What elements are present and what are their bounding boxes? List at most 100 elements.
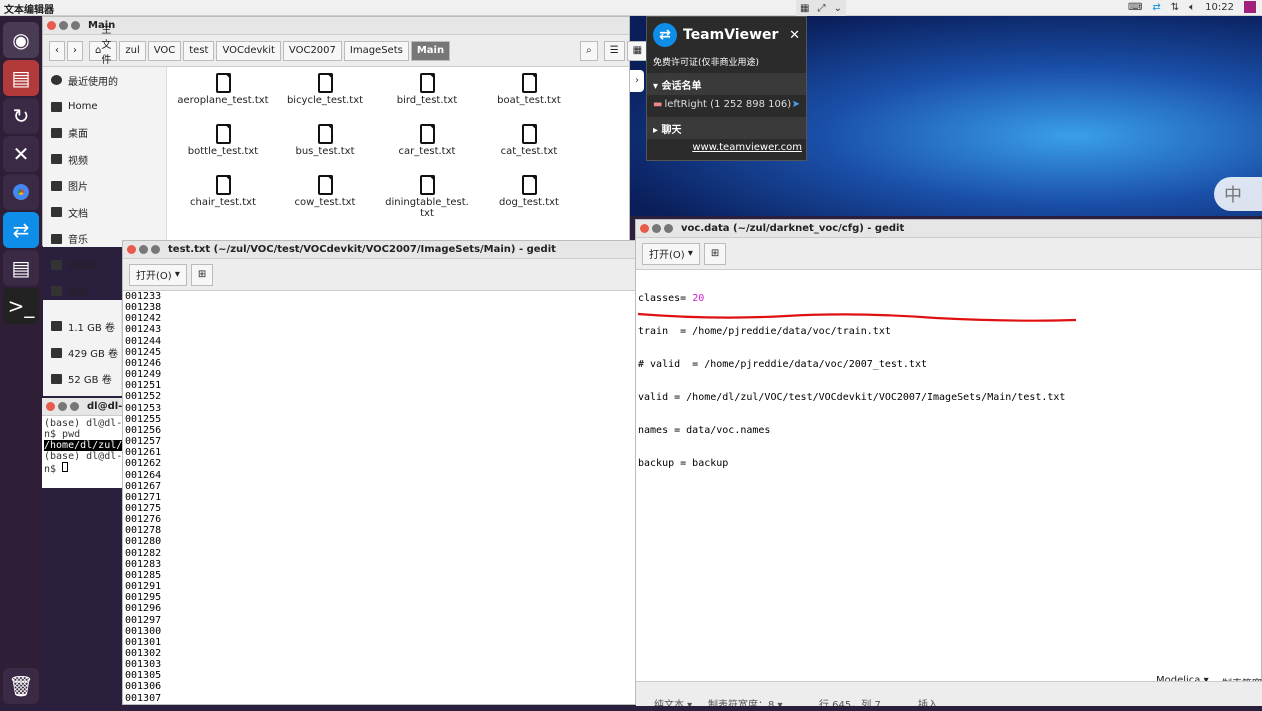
keyboard-icon[interactable]: ⌨: [1128, 2, 1142, 13]
file-item[interactable]: bicycle_test.txt: [275, 73, 375, 106]
file-manager-icon[interactable]: ▤: [3, 60, 39, 96]
text-line: 001256: [125, 424, 162, 436]
text-line: 001264: [125, 469, 162, 481]
text-line: 001244: [125, 335, 162, 347]
expand-icon[interactable]: ⤢: [818, 3, 826, 14]
power-icon[interactable]: [1244, 1, 1256, 13]
sidebar-item-volume-1[interactable]: 1.1 GB 卷: [43, 313, 121, 339]
terminal-line: (base) dl@dl-: [44, 451, 123, 462]
teamviewer-icon[interactable]: ⇄: [3, 212, 39, 248]
teamviewer-header: ⇄ TeamViewer ✕: [647, 17, 806, 53]
file-item[interactable]: boat_test.txt: [479, 73, 579, 106]
terminal-content[interactable]: (base) dl@dl- n$ pwd /home/dl/zul/ (base…: [42, 416, 128, 477]
text-file-icon: [521, 124, 537, 144]
minimize-button[interactable]: [58, 402, 67, 411]
file-item[interactable]: dog_test.txt: [479, 175, 579, 208]
close-icon[interactable]: ✕: [789, 28, 800, 43]
connect-icon[interactable]: ➤: [792, 99, 800, 113]
maximize-button[interactable]: [664, 224, 673, 233]
sessions-header[interactable]: ▾ 会话名单: [647, 73, 806, 95]
search-icon: ⌕: [586, 45, 592, 56]
close-button[interactable]: [46, 402, 55, 411]
maximize-button[interactable]: [71, 21, 80, 30]
clock[interactable]: 10:22: [1205, 2, 1234, 13]
network-icon[interactable]: ⇅: [1171, 2, 1179, 13]
chevron-down-icon[interactable]: ⌄: [834, 3, 842, 14]
ime-indicator[interactable]: 中: [1214, 177, 1262, 211]
search-button[interactable]: ⌕: [580, 40, 598, 61]
file-item[interactable]: bird_test.txt: [377, 73, 477, 106]
syntax-selector[interactable]: 纯文本 ▾: [654, 696, 692, 711]
gedit-toolbar: 打开(O) ▾ ⊞: [636, 238, 1261, 270]
close-button[interactable]: [47, 21, 56, 30]
sidebar-item-documents[interactable]: 文档: [43, 199, 166, 225]
back-button[interactable]: ‹: [49, 40, 65, 61]
text-line: 001253: [125, 402, 162, 414]
code-line: # valid = /home/pjreddie/data/voc/2007_t…: [638, 359, 927, 370]
grid-icon[interactable]: ▦: [800, 3, 809, 14]
file-item[interactable]: car_test.txt: [377, 124, 477, 157]
sidebar-item-pictures[interactable]: 图片: [43, 173, 166, 199]
file-item[interactable]: aeroplane_test.txt: [173, 73, 273, 106]
text-file-icon: [215, 73, 231, 93]
path-imagesets[interactable]: ImageSets: [343, 40, 409, 61]
new-tab-button[interactable]: ⊞: [703, 242, 727, 265]
volume-icon[interactable]: 🔈︎: [1189, 2, 1195, 13]
text-line: 001306: [125, 681, 162, 693]
teamviewer-link[interactable]: www.teamviewer.com: [647, 139, 806, 156]
file-item[interactable]: bus_test.txt: [275, 124, 375, 157]
session-item[interactable]: ▬ leftRight (1 252 898 106) ➤: [647, 95, 806, 117]
text-area[interactable]: classes= 20 train = /home/pjreddie/data/…: [636, 270, 1261, 492]
file-item[interactable]: diningtable_test. txt: [377, 175, 477, 219]
forward-button[interactable]: ›: [67, 40, 83, 61]
tabwidth-selector[interactable]: 制表符宽度：8 ▾: [708, 696, 783, 711]
status-bar: 纯文本 ▾ 制表符宽度：8 ▾ 行 645，列 7 插入: [636, 681, 1262, 711]
file-item[interactable]: chair_test.txt: [173, 175, 273, 208]
file-item[interactable]: cat_test.txt: [479, 124, 579, 157]
window-title: voc.data (~/zul/darknet_voc/cfg) - gedit: [681, 223, 905, 234]
new-tab-button[interactable]: ⊞: [190, 263, 214, 286]
window-controls[interactable]: ▦ ⤢ ⌄: [796, 0, 846, 16]
minimize-button[interactable]: [652, 224, 661, 233]
open-button[interactable]: 打开(O) ▾: [129, 263, 187, 286]
path-voc2007[interactable]: VOC2007: [282, 40, 342, 61]
text-editor-icon[interactable]: ▤: [3, 250, 39, 286]
open-button[interactable]: 打开(O) ▾: [642, 242, 700, 265]
path-home[interactable]: ⌂主文件夹: [89, 25, 118, 81]
insert-mode[interactable]: 插入: [918, 696, 938, 711]
terminal-line: n$ pwd: [44, 429, 81, 440]
maximize-button[interactable]: [70, 402, 79, 411]
sidebar-item-volume-3[interactable]: 52 GB 卷: [43, 366, 121, 392]
sidebar-item-videos[interactable]: 视频: [43, 146, 166, 172]
path-vocdevkit[interactable]: VOCdevkit: [216, 40, 281, 61]
path-test[interactable]: test: [183, 40, 215, 61]
file-label: diningtable_test. txt: [385, 197, 469, 219]
close-button[interactable]: [640, 224, 649, 233]
file-item[interactable]: cow_test.txt: [275, 175, 375, 208]
sidebar-item-recent[interactable]: 最近使用的: [43, 67, 166, 93]
sidebar-item-desktop[interactable]: 桌面: [43, 120, 166, 146]
close-button[interactable]: [127, 245, 136, 254]
sidebar-item-home[interactable]: Home: [43, 93, 166, 119]
file-label: cow_test.txt: [294, 197, 356, 208]
terminal-icon[interactable]: >_: [3, 288, 39, 324]
trash-icon[interactable]: 🗑︎: [3, 668, 39, 704]
text-area[interactable]: 001233 001238 001242 001243 001244 001245 0012…: [123, 291, 636, 704]
path-voc[interactable]: VOC: [147, 40, 182, 61]
grid-view-button[interactable]: ▦: [626, 40, 649, 61]
list-view-button[interactable]: ☰: [603, 40, 625, 61]
sidebar-item-volume-2[interactable]: 429 GB 卷: [43, 339, 121, 365]
file-item[interactable]: bottle_test.txt: [173, 124, 273, 157]
minimize-button[interactable]: [139, 245, 148, 254]
chat-header[interactable]: ▸ 聊天: [647, 117, 806, 139]
teamviewer-tray-icon[interactable]: ⇄: [1152, 2, 1160, 13]
chrome-icon[interactable]: [3, 174, 39, 210]
ubuntu-icon[interactable]: ◉: [3, 22, 39, 58]
minimize-button[interactable]: [59, 21, 68, 30]
update-icon[interactable]: ↻: [3, 98, 39, 134]
panel-toggle-icon[interactable]: ›: [630, 70, 644, 92]
path-zul[interactable]: zul: [119, 40, 146, 61]
tools-icon[interactable]: ✕: [3, 136, 39, 172]
path-main[interactable]: Main: [410, 40, 451, 61]
maximize-button[interactable]: [151, 245, 160, 254]
